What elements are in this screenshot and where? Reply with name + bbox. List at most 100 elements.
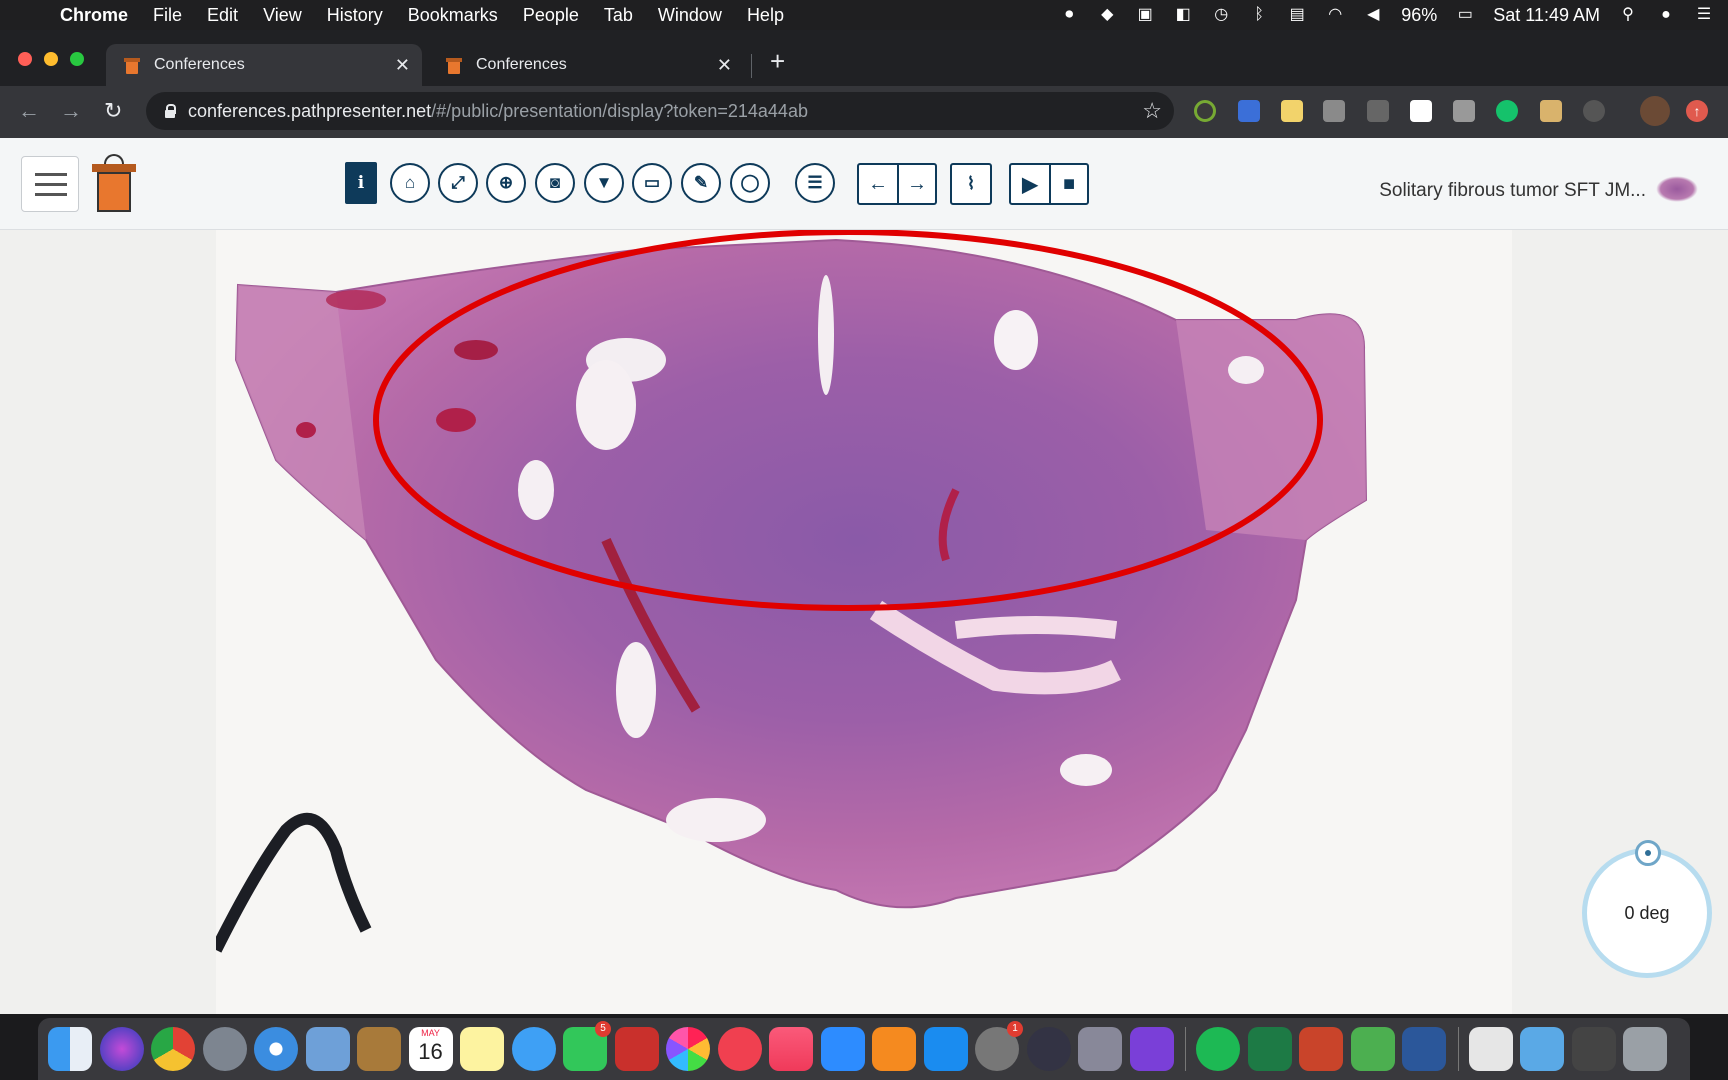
menu-bookmarks[interactable]: Bookmarks [408, 5, 498, 26]
dropbox-icon[interactable]: ◆ [1097, 6, 1117, 24]
tab-conferences[interactable]: Conferences ✕ [428, 44, 744, 86]
extension-notes-icon[interactable] [1281, 100, 1303, 122]
profile-avatar[interactable] [1640, 96, 1670, 126]
spotlight-search-icon[interactable]: ⚲ [1618, 6, 1638, 24]
document-stack-icon[interactable] [1468, 1027, 1513, 1071]
arrow-left-icon[interactable]: ← [859, 165, 897, 203]
quicktime-icon[interactable] [1026, 1027, 1071, 1071]
menu-edit[interactable]: Edit [207, 5, 238, 26]
menu-app-name[interactable]: Chrome [60, 5, 128, 26]
extension-k-icon[interactable] [1453, 100, 1475, 122]
list-icon[interactable]: ☰ [795, 163, 835, 203]
extension-clipboard-icon[interactable] [1540, 100, 1562, 122]
tab-conferences-active[interactable]: Conferences ✕ [106, 44, 422, 86]
menu-people[interactable]: People [523, 5, 579, 26]
extension-award-icon[interactable] [1583, 100, 1605, 122]
siri-icon[interactable]: ● [1656, 6, 1676, 24]
address-bar[interactable]: conferences.pathpresenter.net/#/public/p… [146, 92, 1174, 130]
extension-dash-icon[interactable] [1367, 100, 1389, 122]
facetime-icon[interactable]: 5 [563, 1021, 611, 1071]
excel-icon[interactable] [1247, 1027, 1292, 1071]
calendar-icon[interactable]: MAY 16 [408, 1027, 453, 1071]
extension-color-icon[interactable] [1194, 100, 1216, 122]
scrobble-icon[interactable]: ◧ [1173, 6, 1193, 24]
photos-icon[interactable] [666, 1027, 710, 1071]
chrome-update-icon[interactable]: ↑ [1686, 100, 1708, 122]
rotation-control[interactable]: 0 deg [1582, 848, 1712, 978]
rotation-handle[interactable] [1635, 840, 1661, 866]
music-icon[interactable] [769, 1027, 813, 1071]
menu-window[interactable]: Window [658, 5, 722, 26]
zoom-window-button[interactable] [70, 52, 84, 66]
contacts-icon[interactable] [357, 1027, 401, 1071]
paperclip-icon[interactable]: ⌇ [950, 163, 992, 205]
news-icon[interactable] [717, 1027, 762, 1071]
slide-thumbnail[interactable] [1656, 176, 1698, 202]
back-arrow-icon[interactable]: ← [18, 98, 40, 124]
finder-icon[interactable] [48, 1027, 92, 1071]
lasso-icon[interactable]: ◯ [730, 163, 770, 203]
wifi-icon[interactable]: ◠ [1325, 6, 1345, 24]
filter-icon[interactable]: ▼ [584, 163, 624, 203]
launchpad-icon[interactable] [202, 1027, 247, 1071]
books-icon[interactable] [872, 1027, 916, 1071]
folder-icon[interactable] [1520, 1027, 1564, 1071]
spotify-icon[interactable] [1196, 1027, 1240, 1071]
utilities-icon[interactable] [1078, 1027, 1122, 1071]
pencil-icon[interactable]: ✎ [681, 163, 721, 203]
grammarly-icon[interactable] [1496, 100, 1518, 122]
zoom-icon[interactable]: ⊕ [486, 163, 526, 203]
clock[interactable]: Sat 11:49 AM [1493, 5, 1600, 26]
hamburger-menu-icon[interactable] [21, 156, 79, 212]
reload-icon[interactable]: ↻ [104, 98, 122, 124]
arrow-right-icon[interactable]: → [897, 165, 935, 203]
extension-pen-icon[interactable] [1238, 100, 1260, 122]
bookmark-star-icon[interactable]: ☆ [1142, 98, 1162, 124]
close-tab-icon[interactable]: ✕ [717, 55, 732, 76]
chrome-icon[interactable] [151, 1027, 195, 1071]
home-icon[interactable]: ⌂ [390, 163, 430, 203]
whole-slide-image-viewer[interactable] [216, 230, 1512, 1014]
photo-booth-icon[interactable] [614, 1027, 659, 1071]
powerpoint-icon[interactable] [1299, 1027, 1343, 1071]
notes-icon[interactable] [460, 1027, 504, 1071]
bluetooth-icon[interactable]: ᛒ [1249, 6, 1269, 24]
installer-icon[interactable] [1350, 1027, 1395, 1071]
info-icon[interactable]: i [345, 162, 377, 204]
zoom-status-icon[interactable]: ▣ [1135, 6, 1155, 24]
slide-title[interactable]: Solitary fibrous tumor SFT JM... [1379, 180, 1646, 202]
close-window-button[interactable] [18, 52, 32, 66]
lock-icon[interactable] [164, 104, 176, 118]
time-machine-icon[interactable]: ◷ [1211, 6, 1231, 24]
menu-tab[interactable]: Tab [604, 5, 633, 26]
menu-view[interactable]: View [263, 5, 302, 26]
menu-file[interactable]: File [153, 5, 182, 26]
notification-center-icon[interactable]: ☰ [1694, 6, 1714, 24]
menu-help[interactable]: Help [747, 5, 784, 26]
mail-icon[interactable] [305, 1027, 350, 1071]
system-preferences-icon[interactable]: 1 [975, 1021, 1023, 1071]
zoom-app-icon[interactable] [820, 1027, 865, 1071]
memory-icon[interactable]: ▤ [1287, 6, 1307, 24]
volume-icon[interactable]: ◀ [1363, 6, 1383, 24]
safari-icon[interactable] [254, 1027, 298, 1071]
word-icon[interactable] [1402, 1027, 1446, 1071]
monitor-icon[interactable]: ▭ [632, 163, 672, 203]
close-tab-icon[interactable]: ✕ [395, 55, 410, 76]
messages-icon[interactable] [511, 1027, 556, 1071]
new-tab-icon[interactable]: + [770, 46, 785, 77]
screenshots-stack-icon[interactable] [1571, 1027, 1616, 1071]
battery-icon[interactable]: ▭ [1455, 6, 1475, 24]
trash-icon[interactable] [1623, 1027, 1667, 1071]
menu-history[interactable]: History [327, 5, 383, 26]
minimize-window-button[interactable] [44, 52, 58, 66]
expand-icon[interactable]: ⤢ [438, 163, 478, 203]
record-icon[interactable]: ⏺ [1059, 6, 1079, 24]
forward-arrow-icon[interactable]: → [60, 98, 82, 124]
imovie-icon[interactable] [1129, 1027, 1174, 1071]
app-store-icon[interactable] [923, 1027, 968, 1071]
extension-key-icon[interactable] [1410, 100, 1432, 122]
video-camera-icon[interactable]: ▶ [1011, 165, 1049, 203]
camera-icon[interactable]: ◙ [535, 163, 575, 203]
stop-icon[interactable]: ■ [1049, 165, 1087, 203]
